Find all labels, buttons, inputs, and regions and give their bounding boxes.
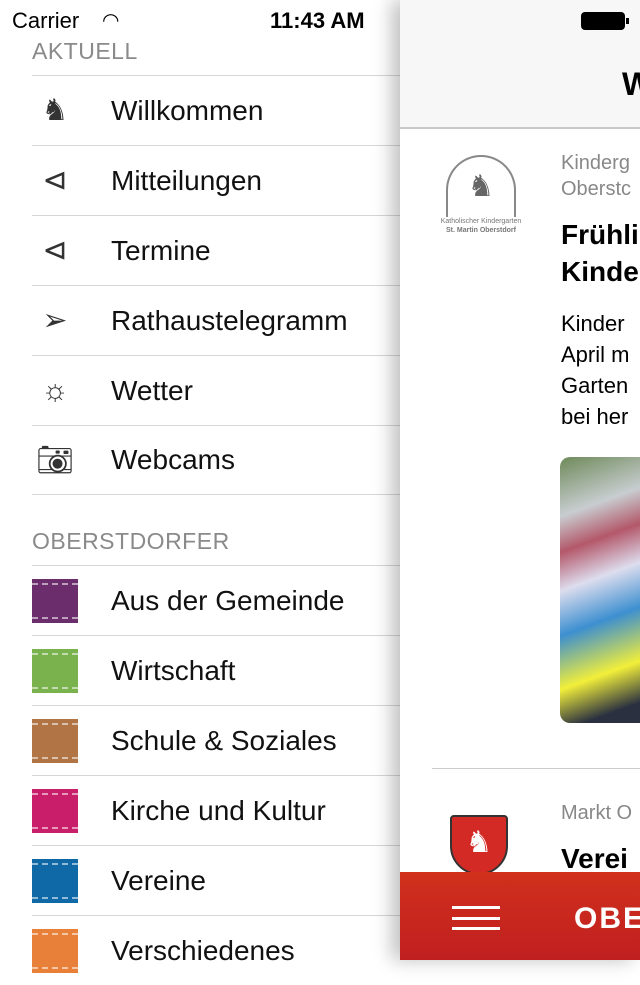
article-title: Verei bbox=[561, 843, 628, 874]
menu-item-schule-soziales[interactable]: Schule & Soziales bbox=[32, 705, 400, 775]
section-header-aktuell: AKTUELL bbox=[32, 38, 138, 64]
carrier-label: Carrier bbox=[12, 8, 80, 33]
article-source: Kinderg bbox=[561, 152, 630, 174]
main-content-panel[interactable]: W ♞ Katholischer Kindergarten St. Martin… bbox=[400, 0, 640, 960]
article-excerpt: Kinder April m Garten bei her bbox=[561, 311, 630, 429]
divider bbox=[432, 768, 640, 769]
category-swatch bbox=[32, 578, 78, 623]
category-swatch bbox=[32, 858, 78, 903]
article-title: Frühli bbox=[561, 219, 639, 250]
menu-item-wirtschaft[interactable]: Wirtschaft bbox=[32, 635, 400, 705]
nav-title: W bbox=[622, 66, 640, 102]
article-source: Markt O bbox=[561, 802, 633, 824]
kindergarten-logo: ♞ Katholischer Kindergarten St. Martin O… bbox=[436, 155, 526, 245]
menu-item-webcams[interactable]: 📷︎ Webcams bbox=[32, 425, 400, 495]
megaphone-icon: ⊲ bbox=[42, 234, 68, 267]
menu-item-termine[interactable]: ⊲ Termine bbox=[32, 215, 400, 285]
article-title: Kinde bbox=[561, 256, 639, 287]
paper-plane-icon: ➢ bbox=[42, 304, 68, 337]
horse-icon: ♞ bbox=[41, 94, 69, 127]
menu-item-aus-der-gemeinde[interactable]: Aus der Gemeinde bbox=[32, 565, 400, 635]
menu-item-willkommen[interactable]: ♞ Willkommen bbox=[32, 75, 400, 145]
menu-item-rathaustelegramm[interactable]: ➢ Rathaustelegramm bbox=[32, 285, 400, 355]
hamburger-menu-icon[interactable] bbox=[452, 906, 500, 930]
status-bar: Carrier ◠ 11:43 AM bbox=[0, 0, 640, 40]
category-swatch bbox=[32, 718, 78, 763]
category-swatch bbox=[32, 648, 78, 693]
camera-icon: 📷︎ bbox=[35, 443, 75, 477]
category-swatch bbox=[32, 928, 78, 973]
menu-item-kirche-kultur[interactable]: Kirche und Kultur bbox=[32, 775, 400, 845]
menu-item-wetter[interactable]: ☼ Wetter bbox=[32, 355, 400, 425]
menu-item-verschiedenes[interactable]: Verschiedenes bbox=[32, 915, 400, 985]
bottom-bar: OBE bbox=[400, 872, 640, 960]
article-photo bbox=[560, 457, 640, 723]
clock: 11:43 AM bbox=[270, 8, 365, 33]
wifi-icon: ◠ bbox=[102, 10, 120, 32]
brand-logo-text: OBE bbox=[574, 902, 640, 935]
sun-icon: ☼ bbox=[41, 373, 69, 407]
oberstdorf-crest-logo: ♞ bbox=[450, 815, 508, 875]
menu-item-vereine[interactable]: Vereine bbox=[32, 845, 400, 915]
menu-item-mitteilungen[interactable]: ⊲ Mitteilungen bbox=[32, 145, 400, 215]
battery-icon bbox=[581, 12, 629, 30]
section-header-oberstdorfer: OBERSTDORFER bbox=[32, 528, 230, 554]
megaphone-icon: ⊲ bbox=[42, 164, 68, 197]
side-menu: AKTUELL ♞ Willkommen ⊲ Mitteilungen ⊲ Termi… bbox=[0, 0, 400, 973]
category-swatch bbox=[32, 788, 78, 833]
article-source: Oberstc bbox=[561, 178, 632, 200]
